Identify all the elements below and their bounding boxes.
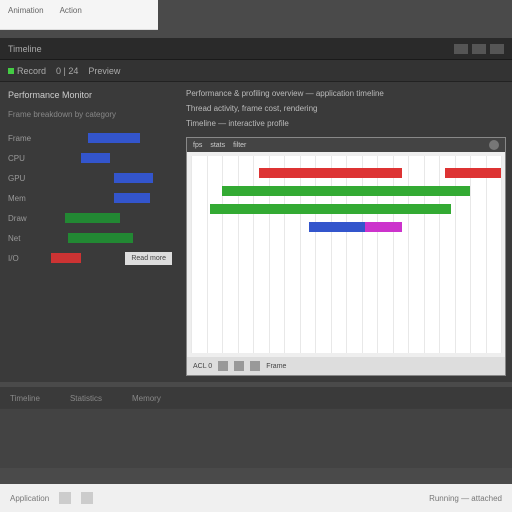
chart-foot-frame: Frame [266, 363, 286, 370]
metric-row[interactable]: I/ORead more [8, 251, 172, 265]
timeline-bar[interactable] [309, 222, 365, 232]
tab-2[interactable]: Action [60, 6, 82, 23]
minimize-icon[interactable] [454, 44, 468, 54]
chart-head-filter[interactable]: filter [233, 142, 246, 149]
sidebar: Performance Monitor Frame breakdown by c… [0, 82, 180, 382]
taskbar-app[interactable]: Application [10, 494, 49, 503]
bottom-tabs: Timeline Statistics Memory [0, 387, 512, 409]
chart-head-fps: fps [193, 142, 202, 149]
app-window: Timeline Record 0 | 24 Preview Performan… [0, 38, 512, 382]
play-icon[interactable] [234, 361, 244, 371]
metric-row[interactable]: GPU [8, 171, 172, 185]
metric-row[interactable]: Mem [8, 191, 172, 205]
record-button[interactable]: Record [8, 66, 46, 76]
titlebar: Timeline [0, 38, 512, 60]
tab-statistics[interactable]: Statistics [70, 394, 102, 403]
timeline-bar[interactable] [365, 222, 402, 232]
taskbar-icon[interactable] [59, 492, 71, 504]
metric-row[interactable]: CPU [8, 151, 172, 165]
header-line-1: Performance & profiling overview — appli… [186, 88, 506, 99]
metric-row[interactable]: Draw [8, 211, 172, 225]
overlay-panel [0, 408, 512, 468]
header-line-2: Thread activity, frame cost, rendering [186, 103, 506, 114]
window-title: Timeline [8, 44, 42, 54]
record-dot-icon [8, 68, 14, 74]
chart-foot-left: ACL 0 [193, 363, 212, 370]
browser-tabs: Animation Action [0, 0, 158, 30]
preview-button[interactable]: Preview [88, 66, 120, 76]
chart-close-icon[interactable] [489, 140, 499, 150]
timeline-plot[interactable] [191, 156, 501, 353]
frame-counter: 0 | 24 [56, 66, 78, 76]
tab-1[interactable]: Animation [8, 6, 44, 23]
sub-toolbar: Record 0 | 24 Preview [0, 60, 512, 82]
chart-footer: ACL 0 Frame [187, 357, 505, 375]
timeline-bar[interactable] [259, 168, 402, 178]
taskbar: Application Running — attached [0, 484, 512, 512]
taskbar-status: Running — attached [429, 494, 502, 503]
tab-timeline[interactable]: Timeline [10, 394, 40, 403]
metric-row[interactable]: Net [8, 231, 172, 245]
maximize-icon[interactable] [472, 44, 486, 54]
read-more-button[interactable]: Read more [125, 252, 172, 265]
close-icon[interactable] [490, 44, 504, 54]
timeline-bar[interactable] [445, 168, 501, 178]
timeline-bar[interactable] [222, 186, 470, 196]
tab-memory[interactable]: Memory [132, 394, 161, 403]
timeline-bar[interactable] [210, 204, 452, 214]
chart-head-stats[interactable]: stats [210, 142, 225, 149]
step-fwd-icon[interactable] [250, 361, 260, 371]
sidebar-subtitle: Frame breakdown by category [8, 110, 172, 119]
chart-frame: fps stats filter ACL 0 Frame [186, 137, 506, 376]
sidebar-title: Performance Monitor [8, 90, 172, 100]
taskbar-icon[interactable] [81, 492, 93, 504]
metric-row[interactable]: Frame [8, 131, 172, 145]
main-panel: Performance & profiling overview — appli… [180, 82, 512, 382]
step-back-icon[interactable] [218, 361, 228, 371]
header-line-3: Timeline — interactive profile [186, 118, 506, 129]
chart-toolbar: fps stats filter [187, 138, 505, 152]
